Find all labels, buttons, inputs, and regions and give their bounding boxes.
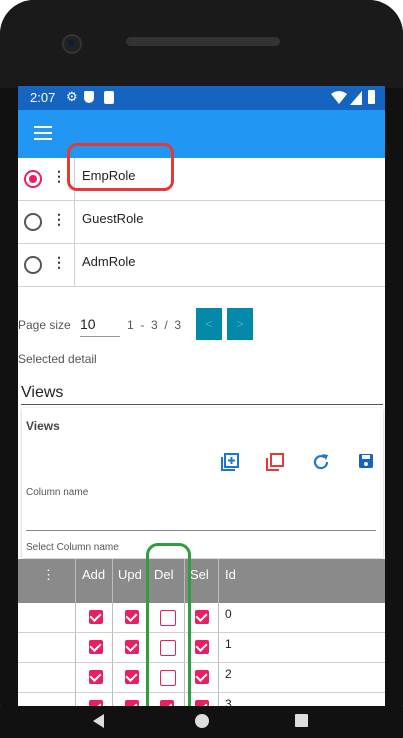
red-annotation-outline	[67, 143, 174, 191]
table-row[interactable]: 0	[18, 603, 385, 633]
prev-page-button[interactable]: <	[196, 308, 222, 340]
page-range: 1 - 3 / 3	[127, 318, 182, 332]
page-size-label: Page size	[18, 318, 71, 332]
role-radio[interactable]	[24, 170, 42, 188]
sel-checkbox[interactable]	[195, 640, 209, 654]
next-page-button[interactable]: >	[227, 308, 253, 340]
column-name-input[interactable]	[26, 500, 376, 531]
home-icon[interactable]	[195, 714, 209, 728]
refresh-icon[interactable]	[312, 453, 330, 471]
recents-icon[interactable]	[295, 714, 308, 727]
grid-menu-icon[interactable]: ⋮	[42, 567, 55, 583]
table-row[interactable]: 3	[18, 693, 385, 706]
header-add[interactable]: Add	[82, 567, 105, 582]
role-name: AdmRole	[82, 254, 136, 269]
hamburger-menu-icon[interactable]	[34, 126, 52, 140]
sel-checkbox[interactable]	[195, 670, 209, 684]
section-title: Views	[21, 384, 64, 401]
header-upd[interactable]: Upd	[118, 567, 142, 582]
row-id: 0	[225, 607, 232, 621]
status-time: 2:07	[30, 90, 56, 105]
row-id: 1	[225, 637, 232, 651]
table-row[interactable]: 2	[18, 663, 385, 693]
status-bar: 2:07 ⚙	[18, 86, 385, 110]
upd-checkbox[interactable]	[125, 670, 139, 684]
add-checkbox[interactable]	[89, 640, 103, 654]
card-title: Views	[26, 419, 60, 433]
table-row[interactable]: 1	[18, 633, 385, 663]
back-icon[interactable]	[91, 713, 105, 729]
wifi-icon	[331, 91, 347, 104]
page-size-input[interactable]: 10	[80, 312, 120, 337]
page-size-value: 10	[80, 316, 96, 332]
role-radio[interactable]	[24, 256, 42, 274]
upd-checkbox[interactable]	[125, 640, 139, 654]
add-icon[interactable]	[221, 453, 239, 471]
green-annotation-outline	[146, 543, 191, 706]
views-card	[22, 408, 383, 558]
row-id: 2	[225, 667, 232, 681]
section-divider	[21, 404, 383, 405]
battery-icon	[368, 90, 375, 104]
screen: 2:07 ⚙ ⋮ EmpRole ⋮ GuestRole ⋮ AdmRole P…	[18, 86, 385, 706]
role-row[interactable]: ⋮ GuestRole	[18, 201, 385, 244]
header-id[interactable]: Id	[225, 567, 236, 582]
save-icon[interactable]	[358, 453, 374, 469]
copy-icon[interactable]	[266, 453, 284, 471]
row-id: 3	[225, 697, 232, 706]
add-checkbox[interactable]	[89, 670, 103, 684]
column-name-label: Column name	[26, 487, 89, 498]
sel-checkbox[interactable]	[195, 610, 209, 624]
front-camera	[62, 34, 82, 54]
select-column-label: Select Column name	[26, 542, 119, 553]
role-radio[interactable]	[24, 213, 42, 231]
grid-header: ⋮ Add Upd Del Sel Id	[18, 559, 385, 603]
sd-card-icon	[104, 91, 114, 104]
shield-icon	[84, 91, 94, 103]
settings-gear-icon: ⚙	[66, 89, 78, 104]
role-row[interactable]: ⋮ AdmRole	[18, 244, 385, 287]
role-menu-icon[interactable]: ⋮	[52, 168, 66, 185]
add-checkbox[interactable]	[89, 610, 103, 624]
role-menu-icon[interactable]: ⋮	[52, 254, 66, 271]
phone-top-bezel	[0, 0, 403, 88]
earpiece-speaker	[126, 37, 280, 46]
header-sel[interactable]: Sel	[190, 567, 209, 582]
system-nav-bar	[0, 706, 403, 738]
role-name: GuestRole	[82, 211, 144, 226]
role-menu-icon[interactable]: ⋮	[52, 211, 66, 228]
selected-detail-label: Selected detail	[18, 352, 97, 366]
upd-checkbox[interactable]	[125, 610, 139, 624]
signal-icon	[350, 91, 362, 105]
